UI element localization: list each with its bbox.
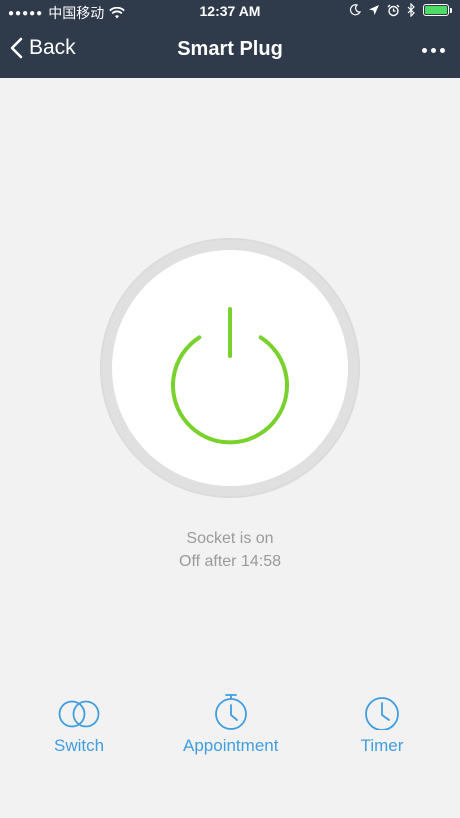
- more-dot-icon: [430, 47, 436, 53]
- tab-appointment-label: Appointment: [183, 736, 279, 755]
- switch-icon: [58, 700, 100, 728]
- tab-appointment[interactable]: Appointment: [183, 690, 278, 756]
- stopwatch-icon: [214, 694, 247, 730]
- clock-icon: [365, 697, 399, 730]
- page-title: Smart Plug: [177, 38, 283, 60]
- tab-timer-label: Timer: [360, 736, 404, 755]
- power-ring: [100, 238, 360, 498]
- app-header: ●●●●● 中国移动 12:37 AM Back Smart Plug: [0, 0, 460, 78]
- more-dot-icon: [421, 47, 427, 53]
- location-arrow-icon: [369, 5, 379, 15]
- more-dot-icon: [439, 47, 445, 53]
- tab-switch[interactable]: Switch: [54, 690, 104, 756]
- more-options-button[interactable]: [418, 36, 448, 64]
- power-icon: [171, 307, 289, 445]
- status-bar: ●●●●● 中国移动 12:37 AM: [0, 0, 460, 24]
- power-button[interactable]: [112, 250, 348, 486]
- bluetooth-icon: [407, 3, 415, 17]
- battery-level: [425, 6, 447, 14]
- socket-status-text: Socket is on: [186, 530, 274, 547]
- tab-timer[interactable]: Timer: [360, 690, 404, 756]
- alarm-icon: [387, 4, 400, 16]
- bottom-toolbar: Switch Appointment Timer: [0, 690, 460, 770]
- socket-timer-text: Off after 14:58: [179, 553, 281, 570]
- battery-indicator: [423, 4, 452, 16]
- status-right: [349, 3, 452, 17]
- battery-icon: [423, 4, 449, 16]
- moon-icon: [349, 4, 361, 16]
- tab-switch-label: Switch: [54, 736, 105, 755]
- nav-bar: Back Smart Plug: [0, 28, 460, 72]
- battery-tip: [450, 7, 452, 13]
